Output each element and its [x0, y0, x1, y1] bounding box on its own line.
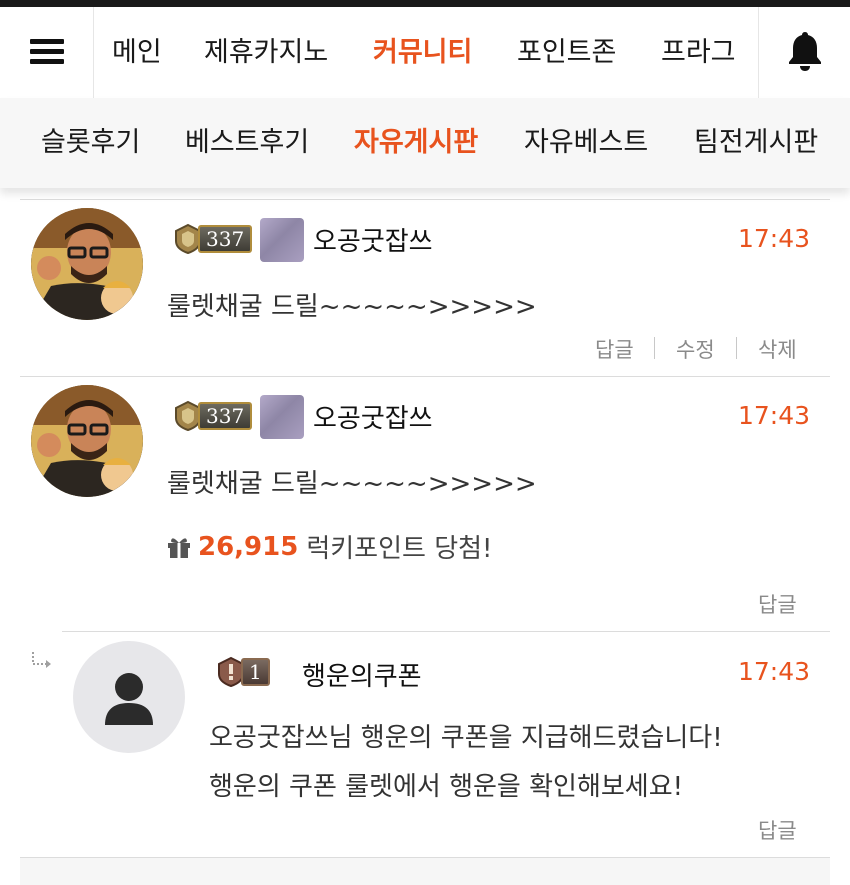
action-separator: [654, 337, 655, 359]
level-number: 337: [198, 225, 253, 253]
comment-time: 17:43: [738, 224, 811, 253]
comment-time: 17:43: [738, 401, 811, 430]
avatar[interactable]: [31, 385, 143, 497]
user-icon: [105, 673, 153, 725]
nav-item-prag[interactable]: 프라그: [661, 7, 736, 98]
comment-divider: [62, 631, 830, 632]
reply-arrow-icon: [32, 652, 51, 668]
subnav-free-board[interactable]: 자유게시판: [354, 98, 478, 188]
user-icon-badge: [260, 395, 304, 439]
nav-item-main[interactable]: 메인: [112, 7, 162, 98]
bell-icon[interactable]: [785, 29, 825, 73]
sub-nav: 슬롯후기 베스트후기 자유게시판 자유베스트 팀전게시판: [0, 98, 850, 188]
comment-divider: [20, 376, 830, 377]
delete-button[interactable]: 삭제: [758, 334, 797, 364]
level-number: 337: [198, 402, 253, 430]
subnav-slot-review[interactable]: 슬롯후기: [41, 98, 140, 188]
nav-item-community[interactable]: 커뮤니티: [373, 7, 472, 98]
main-nav: 메인 제휴카지노 커뮤니티 포인트존 프라그: [0, 7, 850, 99]
gift-icon: [168, 537, 190, 558]
comment-text: 룰렛채굴 드릴~~~~~>>>>>: [167, 292, 537, 322]
comment-divider: [20, 199, 830, 200]
comment-text-line-2: 행운의 쿠폰 룰렛에서 행운을 확인해보세요!: [209, 772, 684, 802]
level-number: 1: [241, 658, 270, 686]
subnav-best-review[interactable]: 베스트후기: [185, 98, 309, 188]
nav-item-partner-casino[interactable]: 제휴카지노: [204, 7, 328, 98]
default-avatar[interactable]: [73, 641, 185, 753]
next-comment-area: [20, 858, 830, 885]
lucky-point-label: 럭키포인트 당첨!: [306, 534, 493, 564]
comment-nickname[interactable]: 오공굿잡쓰: [313, 221, 433, 258]
action-separator: [736, 337, 737, 359]
reply-button[interactable]: 답글: [758, 815, 797, 845]
nav-right-cell: [758, 7, 850, 98]
edit-button[interactable]: 수정: [676, 334, 715, 364]
subnav-free-best[interactable]: 자유베스트: [524, 98, 648, 188]
comment-text-line-1: 오공굿잡쓰님 행운의 쿠폰을 지급해드렸습니다!: [209, 723, 723, 753]
reply-button[interactable]: 답글: [595, 334, 634, 364]
user-icon-badge: [260, 218, 304, 262]
lucky-point-notice: 26,915 럭키포인트 당첨!: [166, 528, 492, 565]
comment-nickname[interactable]: 행운의쿠폰: [302, 656, 422, 693]
hamburger-menu-icon[interactable]: [30, 39, 64, 65]
nav-item-point-zone[interactable]: 포인트존: [517, 7, 616, 98]
top-status-bar: [0, 0, 850, 7]
level-badge: 337: [174, 222, 253, 256]
nav-left-cell: [0, 7, 94, 98]
avatar[interactable]: [31, 208, 143, 320]
level-badge: 337: [174, 399, 253, 433]
lucky-point-amount: 26,915: [198, 531, 299, 562]
level-badge: 1: [217, 655, 270, 689]
subnav-team-board[interactable]: 팀전게시판: [694, 98, 818, 188]
comment-text: 룰렛채굴 드릴~~~~~>>>>>: [167, 469, 537, 499]
reply-button[interactable]: 답글: [758, 589, 797, 619]
comment-time: 17:43: [738, 657, 811, 686]
comment-nickname[interactable]: 오공굿잡쓰: [313, 398, 433, 435]
